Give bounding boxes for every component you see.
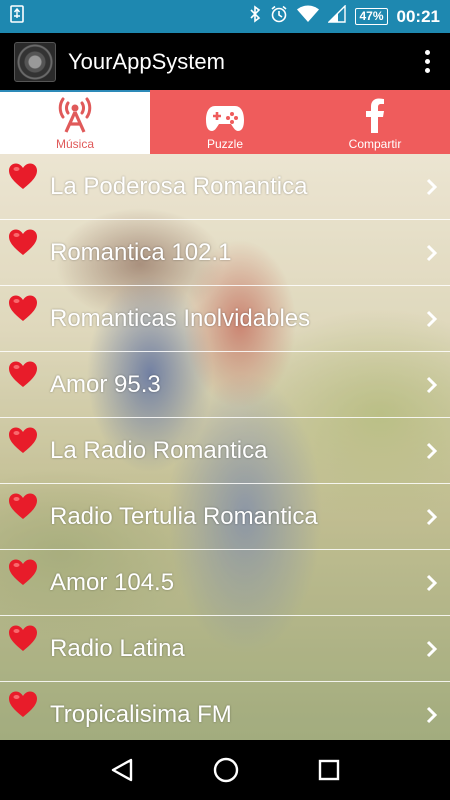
heart-icon	[9, 427, 37, 453]
heart-icon	[9, 691, 37, 717]
heart-icon	[9, 493, 37, 519]
heart-icon	[9, 559, 37, 585]
list-item[interactable]: Radio Tertulia Romantica	[0, 484, 450, 550]
heart-icon	[9, 163, 37, 189]
station-name: Radio Tertulia Romantica	[50, 502, 318, 530]
home-icon[interactable]	[212, 756, 240, 784]
app-bar: YourAppSystem	[0, 33, 450, 90]
heart-icon	[9, 361, 37, 387]
list-item[interactable]: Tropicalisima FM	[0, 682, 450, 740]
tab-compartir[interactable]: Compartir	[300, 90, 450, 154]
battery-icon: 47%	[355, 8, 388, 25]
station-name: La Radio Romantica	[50, 436, 268, 464]
chevron-right-icon	[426, 508, 438, 525]
wifi-icon	[297, 5, 320, 28]
signal-icon	[327, 4, 347, 28]
bluetooth-icon	[249, 5, 261, 28]
tab-label: Compartir	[348, 137, 402, 151]
chevron-right-icon	[426, 178, 438, 195]
alarm-icon	[270, 5, 288, 28]
dot-icon	[425, 59, 430, 64]
station-name: Amor 95.3	[50, 370, 161, 398]
heart-icon	[9, 295, 37, 321]
chevron-right-icon	[426, 376, 438, 393]
list-item[interactable]: Amor 95.3	[0, 352, 450, 418]
tab-label: Puzzle	[206, 137, 244, 151]
station-name: Romantica 102.1	[50, 238, 232, 266]
gamepad-icon	[206, 106, 244, 131]
tab-musica[interactable]: Música	[0, 90, 150, 154]
station-name: Amor 104.5	[50, 568, 175, 596]
app-title: YourAppSystem	[68, 48, 225, 74]
station-name: Romanticas Inolvidables	[50, 304, 311, 332]
list-item[interactable]: Amor 104.5	[0, 550, 450, 616]
station-name: La Poderosa Romantica	[50, 172, 308, 200]
app-logo	[14, 41, 56, 82]
list-item[interactable]: Romantica 102.1	[0, 220, 450, 286]
chevron-right-icon	[426, 640, 438, 657]
tab-label: Música	[55, 137, 94, 151]
tab-bar: Música Puzzle Compartir	[0, 90, 450, 154]
chevron-right-icon	[426, 310, 438, 327]
chevron-right-icon	[426, 244, 438, 261]
status-bar: 47% 00:21	[0, 0, 450, 33]
heart-icon	[9, 625, 37, 651]
recents-icon[interactable]	[317, 758, 341, 782]
dot-icon	[425, 68, 430, 73]
dot-icon	[425, 50, 430, 55]
usb-icon	[10, 5, 24, 28]
system-nav-bar	[0, 740, 450, 800]
station-list: La Poderosa Romantica Romantica 102.1 Ro…	[0, 154, 450, 740]
station-name: Radio Latina	[50, 634, 185, 662]
radio-tower-icon	[58, 97, 92, 133]
list-item[interactable]: Radio Latina	[0, 616, 450, 682]
tab-puzzle[interactable]: Puzzle	[150, 90, 300, 154]
chevron-right-icon	[426, 442, 438, 459]
facebook-icon	[366, 98, 384, 133]
overflow-menu-button[interactable]	[419, 44, 436, 79]
list-item[interactable]: La Radio Romantica	[0, 418, 450, 484]
heart-icon	[9, 229, 37, 255]
clock-time: 00:21	[396, 6, 440, 26]
list-item[interactable]: La Poderosa Romantica	[0, 154, 450, 220]
chevron-right-icon	[426, 706, 438, 723]
chevron-right-icon	[426, 574, 438, 591]
list-item[interactable]: Romanticas Inolvidables	[0, 286, 450, 352]
station-name: Tropicalisima FM	[50, 700, 232, 728]
back-icon[interactable]	[109, 757, 135, 783]
